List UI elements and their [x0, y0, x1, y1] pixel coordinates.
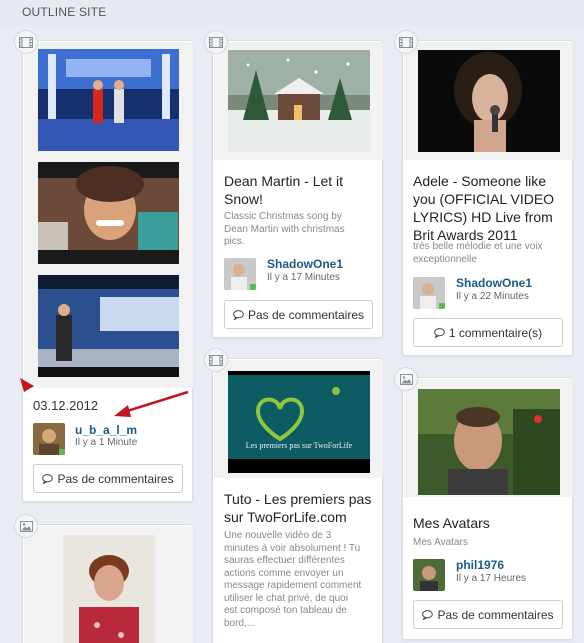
post-description: Mes Avatars: [413, 537, 468, 548]
avatar[interactable]: [224, 258, 256, 290]
post-card-tuto: Les premiers pas sur TwoForLife Tuto - L…: [212, 358, 383, 643]
video-thumbnail[interactable]: Les premiers pas sur TwoForLife: [228, 371, 370, 473]
comment-icon: [434, 327, 445, 338]
comments-label: 1 commentaire(s): [448, 325, 543, 340]
top-bar: OUTLINE SITE: [0, 0, 584, 26]
online-indicator: [250, 284, 256, 290]
image-thumbnail[interactable]: [418, 389, 560, 495]
comments-label: Pas de commentaires: [247, 307, 365, 322]
annotation-arrow: [20, 378, 34, 392]
author-name[interactable]: phil1976: [456, 558, 504, 572]
post-title[interactable]: Dean Martin - Let it Snow!: [224, 172, 374, 208]
author-name[interactable]: u_b_a_l_m: [75, 423, 137, 437]
post-time: Il y a 22 Minutes: [456, 291, 529, 302]
post-title[interactable]: Tuto - Les premiers pas sur TwoForLife.c…: [224, 490, 379, 526]
image-icon: [394, 367, 418, 391]
comments-button[interactable]: Pas de commentaires: [224, 300, 373, 329]
avatar[interactable]: [413, 559, 445, 591]
avatar[interactable]: [413, 277, 445, 309]
online-indicator: [439, 303, 445, 309]
video-thumbnail[interactable]: [418, 50, 560, 152]
comments-button[interactable]: Pas de commentaires: [413, 600, 563, 629]
video-thumbnail[interactable]: [38, 275, 179, 377]
video-thumbnail[interactable]: [228, 50, 370, 152]
comment-icon: [42, 473, 54, 484]
film-icon: [204, 30, 228, 54]
post-time: Il y a 17 Minutes: [267, 272, 340, 283]
post-title[interactable]: Mes Avatars: [413, 514, 563, 532]
author-name[interactable]: ShadowOne1: [456, 276, 532, 290]
post-card-dean-martin: Dean Martin - Let it Snow! Classic Chris…: [212, 40, 383, 338]
thumbnail-caption: Les premiers pas sur TwoForLife: [245, 441, 353, 450]
comments-label: Pas de commentaires: [437, 607, 554, 622]
comments-label: Pas de commentaires: [57, 471, 174, 486]
video-thumbnail[interactable]: [38, 162, 179, 264]
avatar[interactable]: [33, 423, 65, 455]
comment-icon: [233, 309, 244, 320]
author-name[interactable]: ShadowOne1: [267, 257, 343, 271]
post-card-photo: [22, 524, 193, 643]
post-time: Il y a 1 Minute: [75, 437, 138, 448]
post-description: Classic Christmas song by Dean Martin wi…: [224, 211, 345, 247]
site-title: OUTLINE SITE: [22, 5, 107, 19]
comment-icon: [422, 609, 434, 620]
post-card-adele: Adele - Someone like you (OFFICIAL VIDEO…: [402, 40, 573, 356]
film-icon: [394, 30, 418, 54]
post-title[interactable]: Adele - Someone like you (OFFICIAL VIDEO…: [413, 172, 571, 244]
post-time: Il y a 17 Heures: [456, 573, 527, 584]
post-date: 03.12.2012: [33, 398, 99, 413]
film-icon: [204, 348, 228, 372]
comments-button[interactable]: 1 commentaire(s): [413, 318, 563, 347]
comments-button[interactable]: Pas de commentaires: [33, 464, 183, 493]
film-icon: [14, 30, 38, 54]
video-thumbnail[interactable]: [38, 49, 179, 151]
annotation-arrow: [114, 390, 189, 417]
post-description: Une nouvelle vidéo de 3 minutes à voir a…: [224, 530, 362, 629]
post-card-avatars: Mes Avatars Mes Avatars phil1976 Il y a …: [402, 377, 573, 640]
post-description: très belle mélodie et une voix exception…: [413, 241, 543, 265]
post-card-gallery: 03.12.2012 u_b_a_l_m Il y a 1 Minute Pas…: [22, 40, 193, 502]
image-thumbnail[interactable]: [63, 535, 155, 643]
online-indicator: [59, 449, 65, 455]
image-icon: [14, 514, 38, 538]
